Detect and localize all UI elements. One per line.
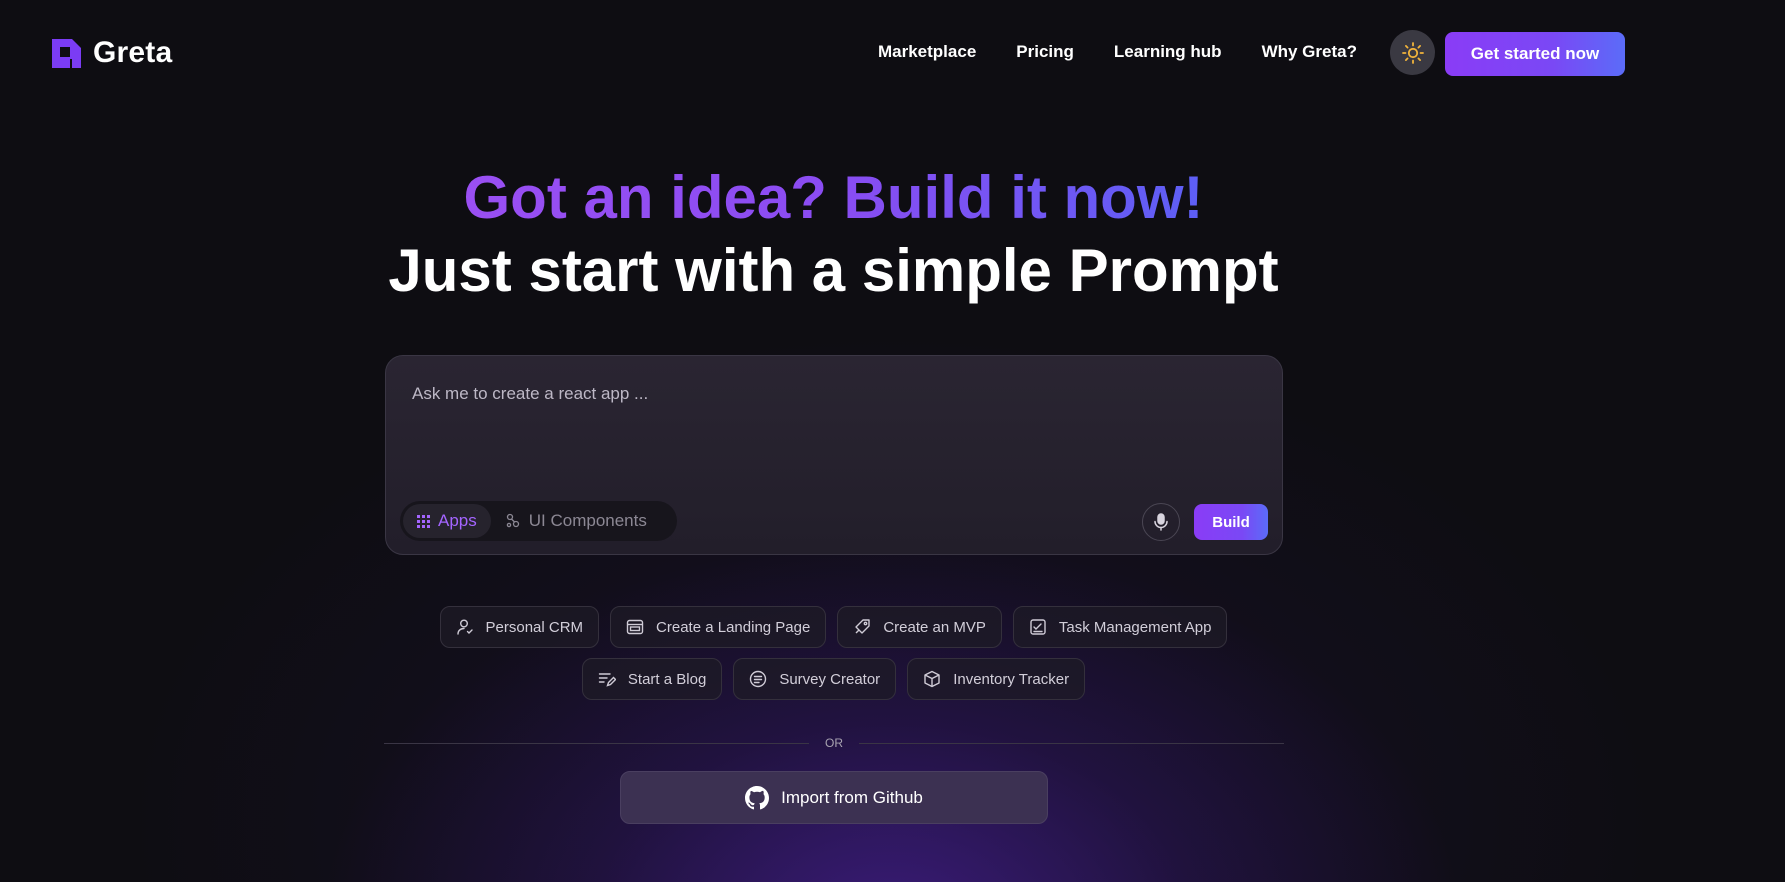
theme-toggle-button[interactable]	[1390, 30, 1435, 75]
prompt-input[interactable]	[412, 384, 1252, 404]
github-icon	[745, 785, 770, 809]
grid-icon	[417, 514, 430, 528]
nav-item-learning-hub[interactable]: Learning hub	[1114, 42, 1222, 62]
suggestions-row-1: Personal CRM Create a Landing Page Creat…	[0, 606, 1667, 648]
greta-logo-icon	[52, 38, 81, 68]
suggestion-start-blog[interactable]: Start a Blog	[581, 658, 723, 700]
mode-apps-button[interactable]: Apps	[403, 504, 491, 538]
suggestion-label: Survey Creator	[779, 670, 881, 688]
suggestion-inventory-tracker[interactable]: Inventory Tracker	[907, 658, 1086, 700]
mode-apps-label: Apps	[438, 511, 477, 530]
suggestion-label: Personal CRM	[485, 618, 584, 636]
suggestions-row-2: Start a Blog Survey Creator Inventory Tr…	[0, 658, 1667, 700]
hero-subheadline: Just start with a simple Prompt	[388, 237, 1279, 304]
suggestion-label: Inventory Tracker	[953, 670, 1070, 688]
suggestion-personal-crm[interactable]: Personal CRM	[439, 606, 600, 648]
suggestion-label: Task Management App	[1058, 618, 1212, 636]
brand-logo[interactable]: Greta	[50, 36, 172, 70]
mode-ui-components-button[interactable]: UI Components	[491, 504, 661, 538]
microphone-button[interactable]	[1142, 503, 1180, 541]
suggestion-label: Create an MVP	[883, 618, 986, 636]
build-button[interactable]: Build	[1194, 504, 1268, 540]
hero-headline: Got an idea? Build it now!	[464, 160, 1204, 236]
microphone-icon	[1154, 513, 1168, 531]
or-divider: OR	[384, 736, 1284, 750]
site-header: Greta Marketplace Pricing Learning hub W…	[0, 0, 1785, 106]
survey-icon	[750, 670, 767, 688]
suggestion-create-landing-page[interactable]: Create a Landing Page	[610, 606, 827, 648]
suggestion-label: Start a Blog	[627, 670, 707, 688]
nav-item-why-greta[interactable]: Why Greta?	[1262, 42, 1357, 62]
suggestion-survey-creator[interactable]: Survey Creator	[733, 658, 897, 700]
suggestion-task-management-app[interactable]: Task Management App	[1012, 606, 1228, 648]
nav-item-marketplace[interactable]: Marketplace	[878, 42, 976, 62]
user-icon	[456, 619, 473, 635]
hero: Got an idea? Build it now! Just start wi…	[0, 160, 1667, 306]
brand-name: Greta	[93, 36, 173, 69]
checklist-icon	[1030, 619, 1046, 635]
suggestion-label: Create a Landing Page	[656, 618, 811, 636]
mode-switch: Apps UI Components	[400, 501, 677, 541]
divider-line-right	[859, 743, 1284, 744]
mode-ui-components-label: UI Components	[528, 511, 647, 530]
box-icon	[924, 670, 940, 688]
browser-icon	[626, 619, 644, 635]
main-nav: Marketplace Pricing Learning hub Why Gre…	[878, 42, 1357, 62]
get-started-button[interactable]: Get started now	[1445, 32, 1625, 76]
sun-icon	[1401, 41, 1424, 64]
rocket-icon	[855, 619, 871, 634]
import-github-label: Import from Github	[781, 787, 923, 807]
nav-item-pricing[interactable]: Pricing	[1016, 42, 1074, 62]
components-icon	[506, 513, 519, 528]
suggestion-create-mvp[interactable]: Create an MVP	[837, 606, 1002, 648]
edit-lines-icon	[598, 673, 616, 687]
prompt-card: Apps UI Components Build	[385, 355, 1283, 555]
import-github-button[interactable]: Import from Github	[620, 771, 1048, 824]
